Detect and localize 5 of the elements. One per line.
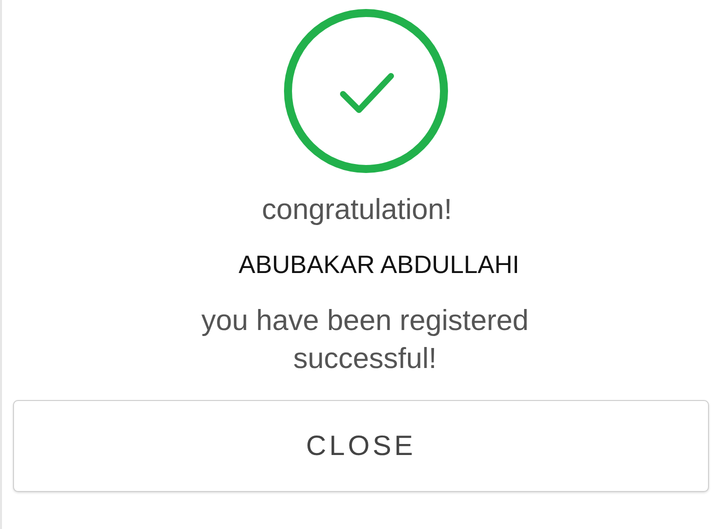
dialog-heading: congratulation!: [262, 194, 452, 227]
user-name: ABUBAKAR ABDULLAHI: [238, 251, 520, 280]
close-button[interactable]: CLOSE: [13, 400, 709, 492]
dialog-message: you have been registered successful!: [200, 304, 530, 377]
checkmark-circle-icon: [281, 8, 451, 174]
